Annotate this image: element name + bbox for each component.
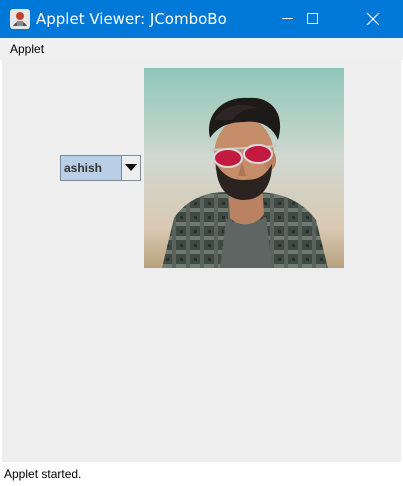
window-title: Applet Viewer: JComboBo...: [36, 10, 226, 28]
close-icon: [366, 12, 380, 26]
name-combo-box[interactable]: ashish: [60, 155, 141, 181]
applet-panel: ashish: [2, 60, 401, 462]
title-bar[interactable]: Applet Viewer: JComboBo...: [0, 0, 403, 38]
maximize-button[interactable]: [290, 0, 336, 38]
combo-dropdown-button[interactable]: [121, 156, 140, 180]
maximize-icon: [307, 13, 318, 24]
applet-viewer-window: Applet Viewer: JComboBo... Applet ashish: [0, 0, 403, 486]
status-bar: Applet started.: [0, 462, 403, 486]
status-text: Applet started.: [4, 467, 82, 481]
combo-selected-value: ashish: [64, 161, 103, 175]
java-applet-icon: [10, 9, 30, 29]
menu-applet[interactable]: Applet: [10, 41, 44, 57]
chevron-down-icon: [125, 164, 137, 171]
close-button[interactable]: [350, 0, 396, 38]
menu-bar: Applet: [0, 38, 403, 60]
selected-person-image: [144, 68, 344, 268]
